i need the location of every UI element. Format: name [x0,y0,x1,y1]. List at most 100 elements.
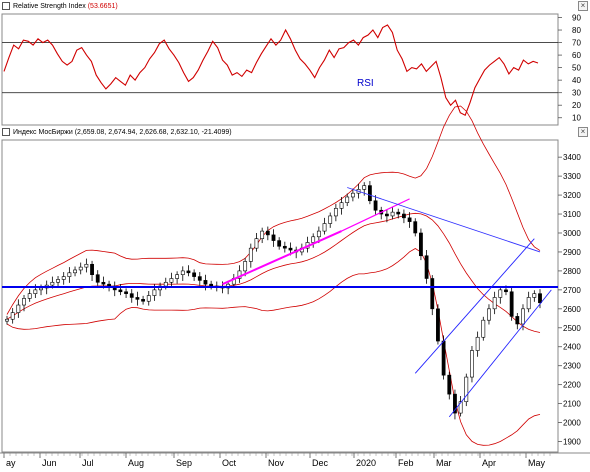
time-axis-label: Nov [268,458,285,468]
candle-body [10,312,15,320]
time-axis-label: Aug [128,458,144,468]
price-y-tick-label: 3200 [563,191,581,200]
candle-body [311,236,316,243]
chart-canvas[interactable]: RSI 10 20 30 40 50 60 70 80 90 1900 2000 2100 2200 2… [0,0,590,472]
time-axis-label: Apr [482,458,496,468]
candle-body [203,280,208,285]
candle-body [186,270,191,274]
candle-body [526,297,531,310]
candle-body [107,283,111,287]
rsi-y-tick-label: 70 [572,39,581,48]
rsi-y-tick-label: 30 [572,89,581,98]
price-y-tick-label: 2300 [563,362,581,371]
rsi-y-tick-label: 50 [572,64,581,73]
candle-body [73,269,77,274]
time-axis-label: Jul [82,458,94,468]
candle-body [390,211,395,217]
time-axis-label: 2020 [356,458,376,468]
candle-body [464,376,469,403]
candle-body [413,221,418,234]
chart-window: Relative Strength Index (53.6651) × Инде… [0,0,590,472]
time-axis-label: Jun [42,458,57,468]
price-y-tick-label: 3100 [563,210,581,219]
candle-body [282,245,287,249]
candle-body [27,293,32,299]
price-y-tick-label: 3300 [563,172,581,181]
candle-body [129,293,134,298]
candle-body [84,263,89,268]
candle-body [402,213,406,219]
candle-body [396,211,401,215]
candle-body [475,336,480,351]
price-y-tick-label: 2000 [563,419,581,428]
candle-body [16,304,21,313]
candle-body [192,272,197,277]
price-y-tick-label: 2100 [563,400,581,409]
candle-body [67,272,72,277]
candle-body [22,298,26,306]
candle-body [322,223,327,232]
candle-body [430,278,435,310]
candle-body [5,318,9,322]
candle-body [441,340,446,376]
candle-body [538,293,542,304]
candle-body [492,297,497,310]
price-y-tick-label: 1900 [563,438,581,447]
candle-body [509,291,514,317]
candle-body [95,274,100,283]
candle-body [180,270,185,275]
candle-body [248,247,253,262]
time-axis-label: Sep [176,458,192,468]
time-axis-label: Dec [312,458,329,468]
candle-body [101,281,106,285]
candle-body [61,276,66,280]
price-y-tick-label: 2400 [563,343,581,352]
bollinger-lower-band [6,248,541,446]
candle-body [271,234,276,241]
candle-body [39,287,43,291]
rsi-y-tick-label: 10 [572,114,581,123]
rsi-y-tick-label: 80 [572,26,581,35]
candle-body [487,308,491,321]
candle-body [419,232,423,257]
candle-body [470,350,474,378]
candle-body [521,308,525,325]
price-y-tick-label: 2900 [563,248,581,257]
price-plot-frame [1,139,559,453]
candle-body [56,279,60,283]
rsi-y-tick-label: 40 [572,76,581,85]
candle-body [498,289,503,298]
candle-body [407,217,412,222]
candle-body [141,299,145,302]
candle-body [124,291,128,294]
time-axis-label: May [528,458,546,468]
candle-body [288,247,293,251]
rsi-line [3,24,539,116]
candle-body [243,261,248,272]
candle-body [328,215,333,224]
price-y-tick-label: 3000 [563,229,581,238]
candle-body [333,208,338,217]
price-y-tick-label: 3400 [563,153,581,162]
time-axis-label: Oct [222,458,237,468]
candle-body [78,266,83,271]
rsi-plot-frame [1,13,559,126]
candle-body [146,295,151,302]
channel-lower-line [448,289,552,418]
candle-body [345,196,350,203]
candle-body [385,213,389,217]
candle-body [424,255,429,279]
price-y-tick-label: 2200 [563,381,581,390]
candle-body [350,192,355,198]
candle-body [50,281,55,286]
time-axis-label: Feb [398,458,414,468]
candle-body [260,230,265,239]
rsi-y-tick-label: 90 [572,14,581,23]
candle-body [373,200,378,211]
candle-body [197,276,202,281]
candle-body [152,289,157,296]
price-y-tick-label: 2500 [563,324,581,333]
candle-body [367,185,372,202]
candle-body [504,289,508,293]
candle-body [33,289,38,294]
